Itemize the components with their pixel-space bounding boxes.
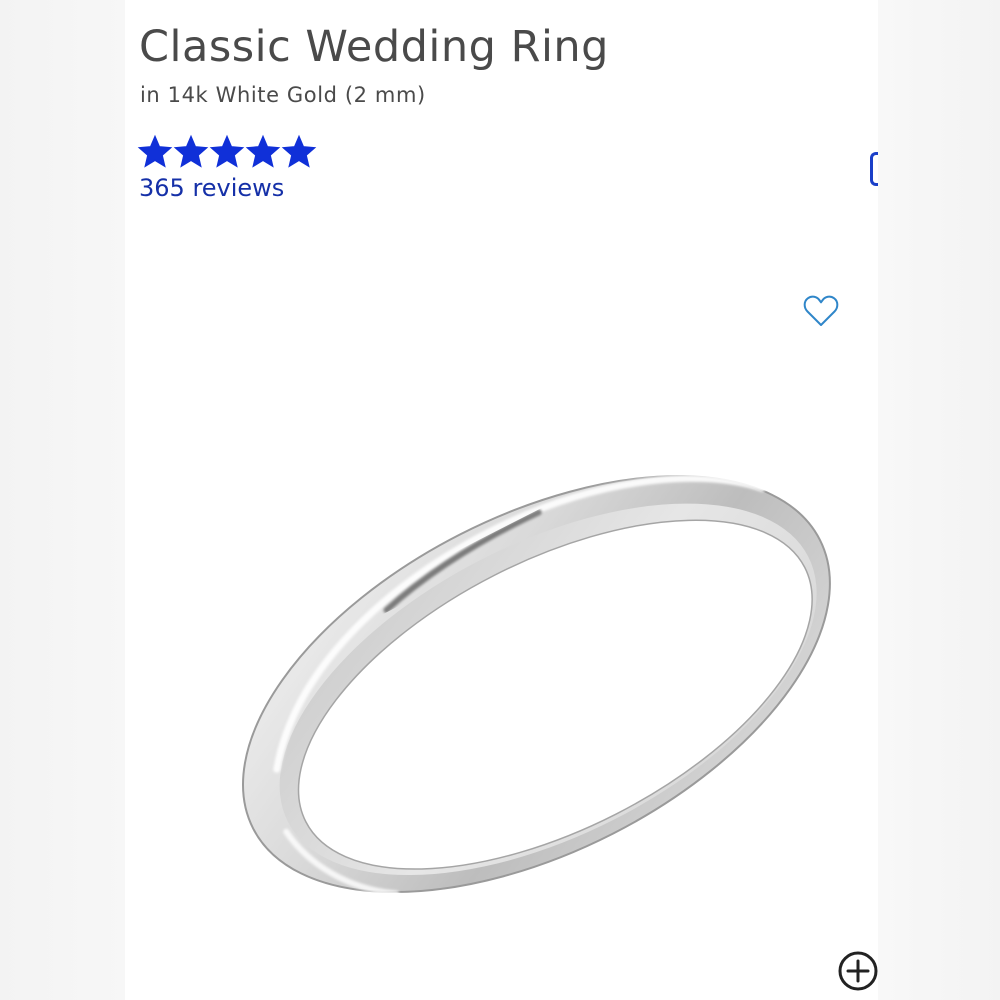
heart-outline-icon [803,295,839,326]
star-icon [281,134,317,168]
star-rating[interactable] [137,134,317,170]
product-page: Classic Wedding Ring in 14k White Gold (… [0,0,1000,1000]
star-icon [173,134,209,168]
left-backdrop [0,0,125,1000]
right-backdrop [878,0,1000,1000]
plus-circle-icon [838,951,878,991]
product-panel: Classic Wedding Ring in 14k White Gold (… [125,0,878,1000]
ring-product-image [242,474,831,897]
reviews-link[interactable]: 365 reviews [139,174,284,202]
partial-button-edge[interactable] [870,152,878,186]
star-icon [137,134,173,168]
wishlist-button[interactable] [802,293,840,329]
star-icon [209,134,245,168]
star-icon [245,134,281,168]
product-subtitle: in 14k White Gold (2 mm) [140,83,426,107]
product-title: Classic Wedding Ring [139,22,609,72]
zoom-button[interactable] [837,950,878,992]
